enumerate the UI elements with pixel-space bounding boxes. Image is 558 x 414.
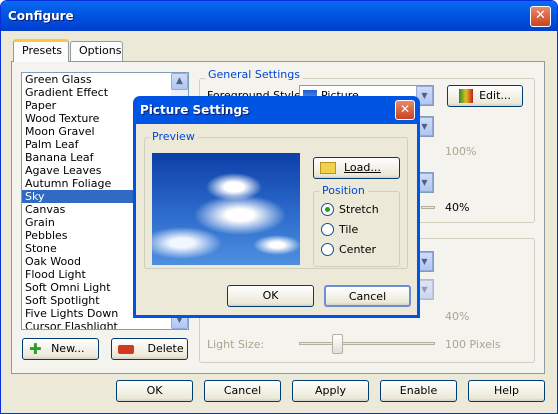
edit-label: Edit...	[479, 89, 511, 102]
percent-2: 40%	[445, 201, 470, 214]
percent-1: 100%	[445, 145, 477, 158]
help-button[interactable]: Help	[468, 380, 545, 402]
list-item[interactable]: Green Glass	[22, 73, 188, 86]
radio-stretch-label: Stretch	[339, 203, 379, 216]
tab-options[interactable]: Options	[70, 41, 123, 61]
title-bar[interactable]: Configure ✕	[1, 1, 557, 31]
position-label: Position	[319, 184, 368, 197]
dialog-title-bar[interactable]: Picture Settings ✕	[136, 96, 417, 124]
minus-icon	[118, 344, 134, 354]
light-size-label: Light Size:	[207, 338, 265, 351]
palette-icon	[459, 89, 474, 103]
folder-icon	[320, 162, 336, 174]
radio-tile[interactable]	[321, 223, 334, 236]
delete-preset-button[interactable]: Delete	[111, 338, 188, 360]
window-title: Configure	[8, 9, 74, 23]
close-icon[interactable]: ✕	[395, 100, 415, 120]
general-settings-label: General Settings	[205, 68, 303, 81]
dialog-ok-button[interactable]: OK	[227, 285, 314, 307]
load-button[interactable]: Load...	[313, 157, 400, 179]
tab-presets[interactable]: Presets	[13, 39, 69, 62]
picture-settings-dialog: Picture Settings ✕ Preview Load... Posit…	[133, 96, 420, 318]
apply-button[interactable]: Apply	[292, 380, 369, 402]
cancel-button[interactable]: Cancel	[204, 380, 281, 402]
dialog-body: Preview Load... Position Stretch Tile Ce…	[136, 124, 417, 315]
dialog-cancel-button[interactable]: Cancel	[324, 285, 411, 307]
list-item[interactable]: Cursor Flashlight	[22, 320, 188, 329]
scroll-up-icon[interactable]: ▲	[171, 73, 188, 90]
opacity-slider[interactable]	[421, 206, 435, 209]
sky-preview-image	[152, 153, 300, 265]
light-size-thumb[interactable]	[332, 334, 343, 354]
enable-button[interactable]: Enable	[380, 380, 457, 402]
dialog-title: Picture Settings	[140, 103, 250, 117]
radio-center[interactable]	[321, 243, 334, 256]
close-icon[interactable]: ✕	[530, 6, 551, 27]
ok-button[interactable]: OK	[116, 380, 193, 402]
light-size-value: 100 Pixels	[445, 338, 501, 351]
edit-button[interactable]: Edit...	[447, 85, 523, 107]
radio-tile-label: Tile	[339, 223, 359, 236]
new-label: New...	[51, 342, 85, 355]
plus-icon: ✚	[29, 340, 42, 358]
radio-stretch[interactable]	[321, 203, 334, 216]
preview-label: Preview	[149, 130, 198, 143]
light-size-slider[interactable]	[299, 342, 435, 345]
delete-label: Delete	[147, 342, 184, 355]
load-label: Load...	[344, 161, 381, 174]
percent-3: 40%	[445, 310, 470, 323]
radio-center-label: Center	[339, 243, 377, 256]
new-preset-button[interactable]: ✚ New...	[22, 338, 99, 360]
